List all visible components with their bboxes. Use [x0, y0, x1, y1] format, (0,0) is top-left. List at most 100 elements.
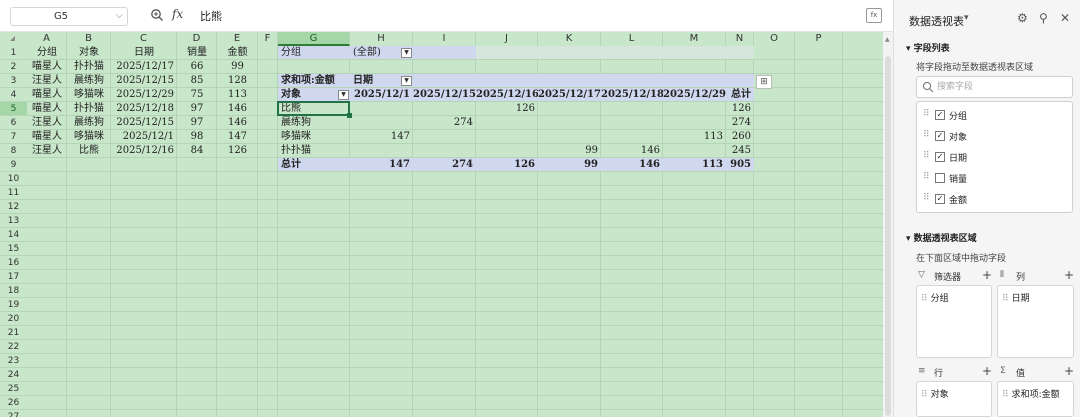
pivot-total-cell[interactable]: 146	[601, 158, 663, 172]
table-cell[interactable]: 66	[177, 60, 217, 74]
pivot-total-cell[interactable]: 99	[538, 158, 601, 172]
table-cell[interactable]: 75	[177, 88, 217, 102]
name-box[interactable]: G5 ⌵	[10, 7, 128, 26]
row-header[interactable]: 5	[0, 102, 27, 116]
drag-handle-icon[interactable]: ⠿	[923, 193, 930, 203]
pivot-value-cell[interactable]	[476, 116, 538, 130]
pivot-value-cell[interactable]: 245	[726, 144, 754, 158]
field-checkbox[interactable]	[935, 173, 945, 183]
pivot-value-cell[interactable]: 274	[413, 116, 476, 130]
pivot-value-cell[interactable]: 113	[663, 130, 726, 144]
table-cell[interactable]: 喵星人	[27, 88, 67, 102]
table-cell[interactable]: 汪星人	[27, 74, 67, 88]
value-area[interactable]: ⠿ 求和项:金额	[997, 381, 1074, 417]
row-header[interactable]: 12	[0, 200, 27, 214]
table-header-cell[interactable]: 分组	[27, 46, 67, 60]
pivot-total-cell[interactable]: 274	[413, 158, 476, 172]
table-cell[interactable]: 85	[177, 74, 217, 88]
field-item[interactable]: ⠿ ✓ 日期	[923, 149, 1063, 165]
column-header[interactable]: H	[350, 32, 413, 46]
table-cell[interactable]: 84	[177, 144, 217, 158]
dropdown-arrow-icon[interactable]: ▼	[338, 90, 349, 100]
table-cell[interactable]: 99	[217, 60, 258, 74]
pivot-value-cell[interactable]: 260	[726, 130, 754, 144]
pivot-total-cell[interactable]: 147	[350, 158, 413, 172]
table-cell[interactable]: 哆猫咪	[67, 88, 111, 102]
drag-handle-icon[interactable]: ⠿	[923, 130, 930, 140]
pivot-options-icon[interactable]: ⊞	[756, 75, 772, 89]
add-row-icon[interactable]: +	[982, 364, 992, 378]
row-header[interactable]: 19	[0, 298, 27, 312]
row-header[interactable]: 25	[0, 382, 27, 396]
value-chip[interactable]: ⠿ 求和项:金额	[1002, 387, 1060, 400]
zoom-icon[interactable]	[150, 8, 164, 22]
pivot-col-header[interactable]: 2025/12/1	[350, 88, 413, 102]
close-icon[interactable]: ✕	[1060, 11, 1070, 25]
row-header[interactable]: 9	[0, 158, 27, 172]
table-cell[interactable]: 哆猫咪	[67, 130, 111, 144]
row-header[interactable]: 7	[0, 130, 27, 144]
pivot-value-cell[interactable]	[350, 116, 413, 130]
pivot-row-label[interactable]: 哆猫咪	[278, 130, 350, 144]
table-header-cell[interactable]: 日期	[111, 46, 177, 60]
drag-handle-icon[interactable]: ⠿	[923, 151, 930, 161]
pivot-value-cell[interactable]	[601, 130, 663, 144]
pivot-value-cell[interactable]	[601, 102, 663, 116]
filter-area[interactable]: ⠿ 分组	[916, 285, 992, 358]
column-header[interactable]: B	[67, 32, 111, 46]
row-header[interactable]: 27	[0, 410, 27, 417]
row-header[interactable]: 24	[0, 368, 27, 382]
row-header[interactable]: 2	[0, 60, 27, 74]
row-header[interactable]: 10	[0, 172, 27, 186]
column-header[interactable]: L	[601, 32, 663, 46]
pivot-value-cell[interactable]: 274	[726, 116, 754, 130]
column-header[interactable]: E	[217, 32, 258, 46]
row-header[interactable]: 21	[0, 326, 27, 340]
formula-content[interactable]: 比熊	[200, 8, 222, 24]
pivot-value-cell[interactable]	[601, 116, 663, 130]
row-header[interactable]: 17	[0, 270, 27, 284]
pivot-value-label[interactable]: 求和项:金额	[278, 74, 350, 88]
table-cell[interactable]: 146	[217, 102, 258, 116]
dropdown-arrow-icon[interactable]: ▼	[401, 76, 412, 86]
row-header[interactable]: 11	[0, 186, 27, 200]
column-header[interactable]: A	[27, 32, 67, 46]
table-cell[interactable]: 喵星人	[27, 130, 67, 144]
table-cell[interactable]: 喵星人	[27, 60, 67, 74]
table-cell[interactable]: 97	[177, 116, 217, 130]
table-cell[interactable]: 扑扑猫	[67, 102, 111, 116]
filter-chip[interactable]: ⠿ 分组	[921, 291, 949, 304]
row-header[interactable]: 22	[0, 340, 27, 354]
drag-handle-icon[interactable]: ⠿	[923, 109, 930, 119]
column-header[interactable]: O	[754, 32, 795, 46]
pivot-total-cell[interactable]: 126	[476, 158, 538, 172]
field-item[interactable]: ⠿ ✓ 金额	[923, 191, 1063, 207]
table-header-cell[interactable]: 销量	[177, 46, 217, 60]
column-header[interactable]: M	[663, 32, 726, 46]
table-cell[interactable]: 晨练狗	[67, 74, 111, 88]
table-cell[interactable]: 126	[217, 144, 258, 158]
pivot-value-cell[interactable]	[476, 130, 538, 144]
table-header-cell[interactable]: 金额	[217, 46, 258, 60]
field-checkbox[interactable]: ✓	[935, 131, 945, 141]
table-cell[interactable]: 2025/12/17	[111, 60, 177, 74]
pivot-value-cell[interactable]	[663, 102, 726, 116]
column-header[interactable]: D	[177, 32, 217, 46]
table-cell[interactable]: 2025/12/15	[111, 74, 177, 88]
add-filter-icon[interactable]: +	[982, 268, 992, 282]
settings-icon[interactable]: ⚙	[1017, 11, 1028, 25]
row-header[interactable]: 8	[0, 144, 27, 158]
areas-section[interactable]: ▾ 数据透视表区域	[906, 231, 977, 244]
fx-icon[interactable]: fx	[172, 7, 183, 21]
pivot-total-cell[interactable]: 113	[663, 158, 726, 172]
pivot-value-cell[interactable]	[413, 130, 476, 144]
table-cell[interactable]: 2025/12/15	[111, 116, 177, 130]
pivot-value-cell[interactable]	[538, 102, 601, 116]
row-header[interactable]: 20	[0, 312, 27, 326]
table-header-cell[interactable]: 对象	[67, 46, 111, 60]
table-cell[interactable]: 97	[177, 102, 217, 116]
search-input[interactable]	[937, 80, 1067, 94]
caret-down-icon[interactable]: ▾	[964, 13, 969, 23]
table-cell[interactable]: 98	[177, 130, 217, 144]
vertical-scrollbar[interactable]: ▲	[883, 32, 893, 417]
